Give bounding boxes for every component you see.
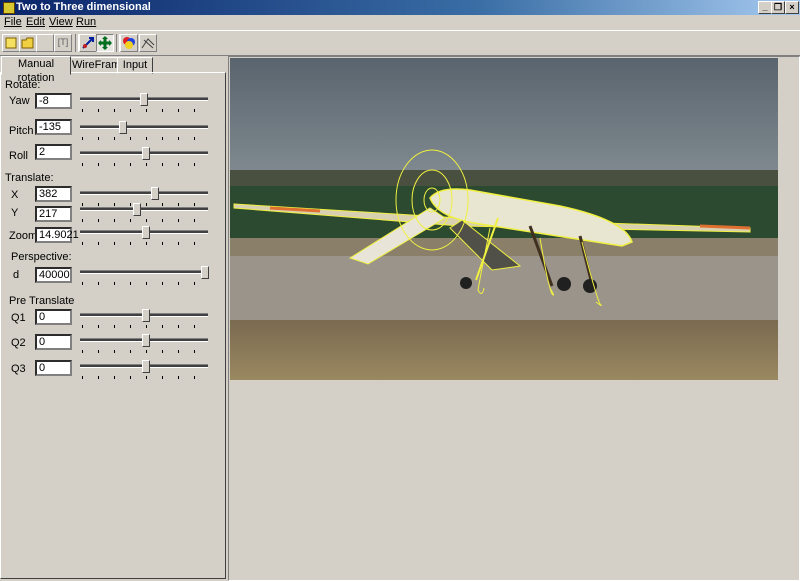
- yaw-input[interactable]: -8: [35, 93, 72, 109]
- translate-heading: Translate:: [5, 172, 54, 184]
- move-button[interactable]: [79, 34, 97, 52]
- perspective-heading: Perspective:: [11, 251, 72, 263]
- q3-label: Q3: [11, 363, 26, 375]
- menu-view[interactable]: View: [49, 16, 73, 29]
- text-box-icon: [T]: [57, 37, 69, 47]
- control-panel: Manual rotation WireFrame Input Rotate: …: [0, 56, 226, 579]
- blank-icon: [38, 36, 52, 50]
- window-title: Two to Three dimensional: [16, 1, 151, 13]
- y-input[interactable]: 217: [35, 206, 72, 222]
- dry-grass: [230, 320, 778, 380]
- d-label: d: [13, 269, 20, 281]
- toolbar: [T]: [0, 30, 800, 56]
- blank-button[interactable]: [36, 34, 54, 52]
- q2-label: Q2: [11, 337, 26, 349]
- x-input[interactable]: 382: [35, 186, 72, 202]
- q3-input[interactable]: 0: [35, 360, 72, 376]
- roll-label: Roll: [9, 150, 28, 162]
- new-icon: [5, 37, 17, 49]
- app-icon: [3, 2, 15, 14]
- q1-slider[interactable]: [80, 309, 208, 331]
- move-icon: [82, 37, 94, 49]
- menu-file[interactable]: File: [4, 16, 22, 29]
- pitch-input[interactable]: -135: [35, 119, 72, 135]
- d-slider[interactable]: [80, 266, 209, 288]
- new-button[interactable]: [2, 34, 20, 52]
- color-button[interactable]: [120, 34, 138, 52]
- q3-slider[interactable]: [80, 360, 208, 382]
- image-view[interactable]: [228, 56, 800, 581]
- tab-manual-rotation[interactable]: Manual rotation: [1, 56, 71, 84]
- q2-slider[interactable]: [80, 334, 208, 356]
- pre-translate-heading: Pre Translate: [9, 295, 75, 307]
- sky: [230, 58, 778, 176]
- q1-input[interactable]: 0: [35, 309, 72, 325]
- d-input[interactable]: 40000: [35, 267, 72, 283]
- rotate-button[interactable]: [96, 34, 114, 52]
- zoom-label: Zoom: [9, 230, 38, 242]
- open-icon: [21, 37, 34, 49]
- minimize-button[interactable]: _: [758, 1, 772, 14]
- aircraft-photo: [230, 58, 778, 380]
- roll-slider[interactable]: [80, 147, 208, 169]
- yaw-slider[interactable]: [80, 93, 208, 115]
- x-label: X: [11, 189, 19, 201]
- text-box-button[interactable]: [T]: [54, 34, 72, 52]
- y-label: Y: [11, 207, 19, 219]
- q1-label: Q1: [11, 312, 26, 324]
- menu-run[interactable]: Run: [76, 16, 96, 29]
- yaw-label: Yaw: [9, 95, 30, 107]
- pitch-slider[interactable]: [80, 121, 208, 143]
- roll-input[interactable]: 2: [35, 144, 72, 160]
- cross-arrows-icon: [98, 36, 112, 50]
- wireframe-icon: [141, 38, 155, 49]
- title-bar: Two to Three dimensional _ ❐ ×: [0, 0, 800, 15]
- y-slider[interactable]: [80, 203, 208, 225]
- wireframe-button[interactable]: [139, 34, 157, 52]
- menu-bar: File Edit View Run: [0, 15, 800, 30]
- manual-rotation-page: Rotate: Yaw -8 Pitch -135 Roll 2 Transla…: [0, 72, 226, 579]
- menu-edit[interactable]: Edit: [26, 16, 45, 29]
- close-button[interactable]: ×: [785, 1, 799, 14]
- open-button[interactable]: [19, 34, 37, 52]
- zoom-slider[interactable]: [80, 226, 208, 248]
- pitch-label: Pitch: [9, 125, 34, 137]
- color-icon: [123, 37, 135, 49]
- zoom-input[interactable]: 14.9021: [35, 227, 79, 243]
- restore-button[interactable]: ❐: [771, 1, 785, 14]
- q2-input[interactable]: 0: [35, 334, 72, 350]
- tree-line: [230, 170, 778, 186]
